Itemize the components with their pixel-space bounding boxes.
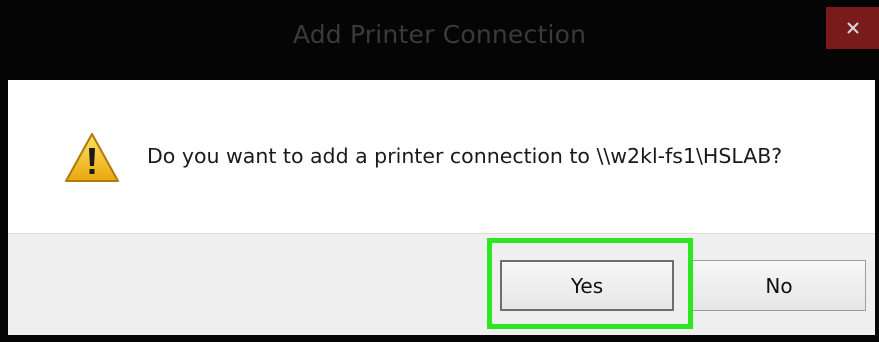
warning-icon [65,133,119,182]
yes-button-highlight [487,238,693,329]
dialog-content: Do you want to add a printer connection … [8,80,875,233]
no-button[interactable]: No [692,260,866,311]
dialog-window: Add Printer Connection Do you want to ad… [0,0,879,342]
close-button[interactable] [826,7,879,49]
title-bar[interactable]: Add Printer Connection [0,0,879,80]
window-frame-left [0,80,8,342]
window-frame-bottom [0,335,879,342]
window-frame-right [875,80,879,342]
dialog-title: Add Printer Connection [292,20,587,49]
dialog-message: Do you want to add a printer connection … [147,144,783,168]
close-icon [846,22,859,34]
